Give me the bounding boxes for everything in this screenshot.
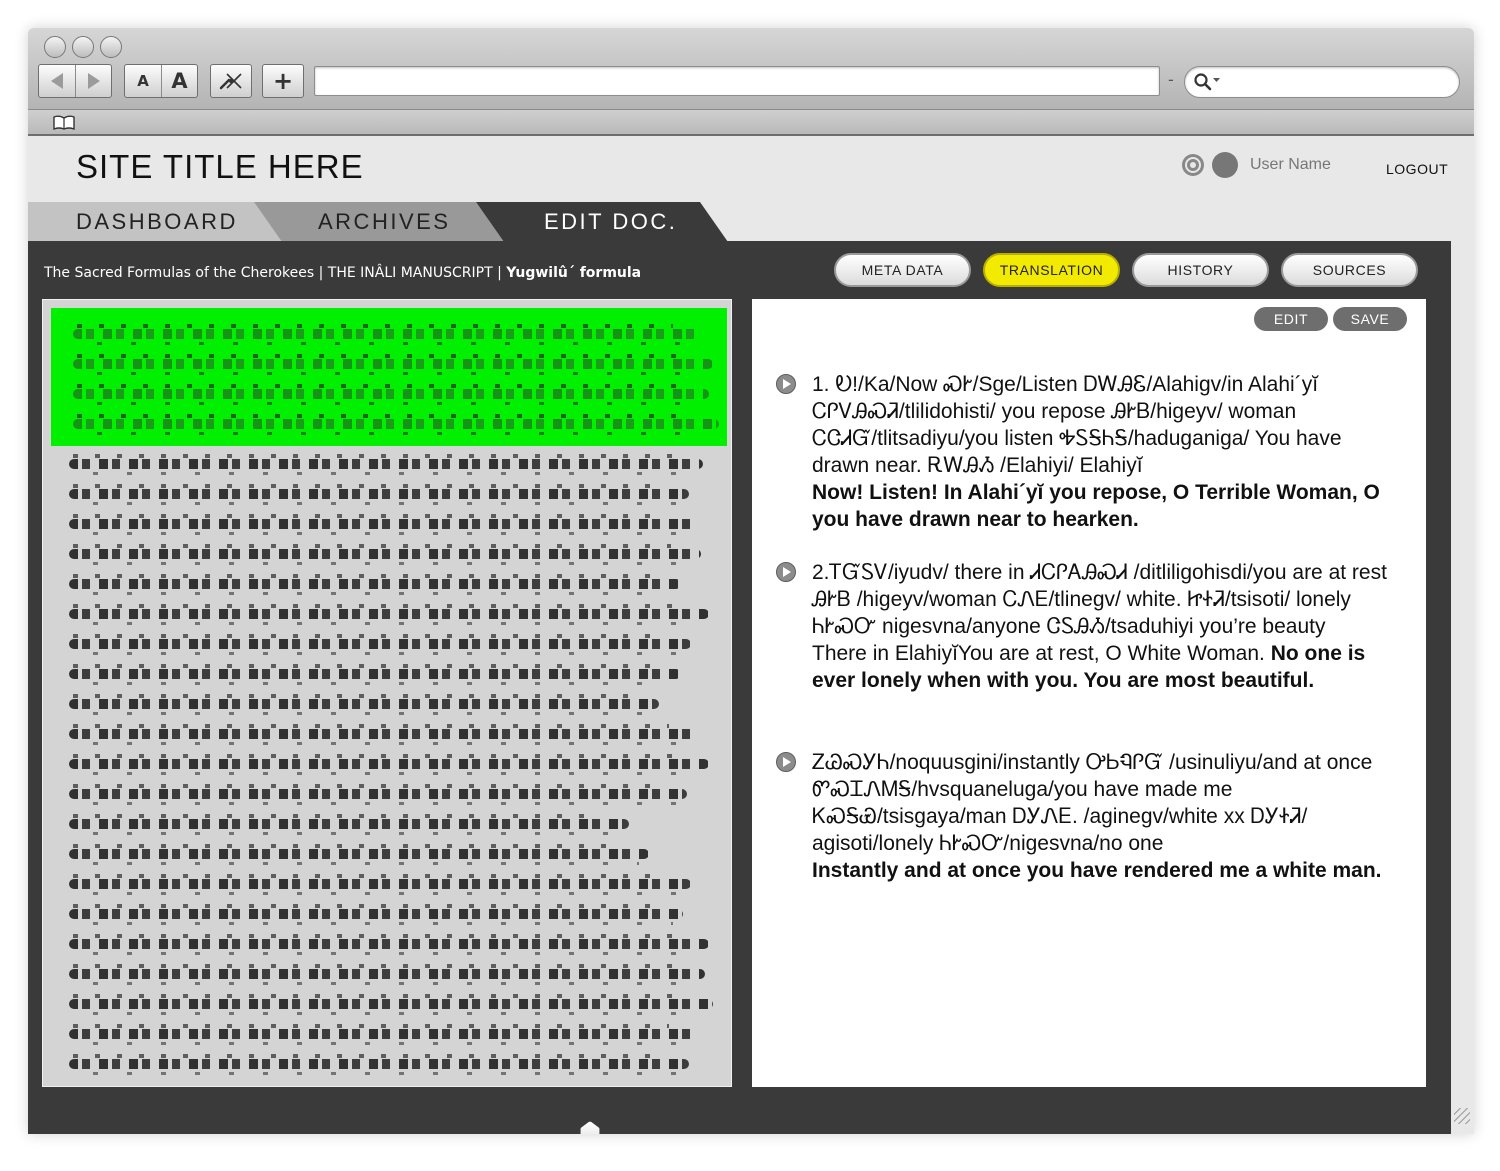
new-tab-group: +: [262, 64, 304, 98]
bookmarks-icon[interactable]: [52, 115, 76, 131]
entry-text[interactable]: 1. Ꭷ!/Ka/Now ᏍᎨ/Sge/Listen ᎠᎳᎯᏋ/Alahigv/…: [812, 371, 1396, 533]
search-icon: [1194, 73, 1220, 91]
tab-dashboard[interactable]: DASHBOARD: [28, 202, 282, 242]
browser-search-input[interactable]: [1184, 66, 1460, 98]
back-button[interactable]: [39, 65, 75, 97]
font-larger-button[interactable]: A: [161, 65, 197, 97]
user-name[interactable]: User Name: [1250, 156, 1331, 174]
resize-grip[interactable]: [1454, 1108, 1470, 1124]
main-nav: DASHBOARD ARCHIVES EDIT DOC.: [28, 202, 1474, 242]
zoom-slider-handle[interactable]: [580, 1121, 600, 1134]
browser-toolbar: A A + -: [28, 28, 1474, 110]
tab-edit-doc[interactable]: EDIT DOC.: [476, 202, 728, 242]
site-title[interactable]: SITE TITLE HERE: [76, 148, 364, 186]
cherokee-transliteration: 1. Ꭷ!/Ka/Now ᏍᎨ/Sge/Listen ᎠᎳᎯᏋ/Alahigv/…: [812, 373, 1342, 477]
window-minimize-button[interactable]: [72, 36, 94, 58]
window-controls: [44, 36, 122, 58]
english-translation-plain: There in ElahiyĭYou are at rest, O White…: [812, 642, 1271, 665]
tab-meta-data[interactable]: META DATA: [834, 253, 971, 287]
english-translation: There in ElahiyĭYou are at rest, O White…: [812, 640, 1396, 694]
window-zoom-button[interactable]: [100, 36, 122, 58]
play-audio-button[interactable]: [776, 562, 796, 582]
play-audio-button[interactable]: [776, 374, 796, 394]
browser-window: A A + - SITE TITLE HERE User Name LOGOUT…: [28, 28, 1474, 1134]
tab-archives[interactable]: ARCHIVES: [254, 202, 504, 242]
new-tab-button[interactable]: +: [263, 65, 303, 97]
tab-sources[interactable]: SOURCES: [1281, 253, 1418, 287]
tab-history[interactable]: HISTORY: [1132, 253, 1269, 287]
avatar[interactable]: [1212, 152, 1238, 178]
play-audio-button[interactable]: [776, 752, 796, 772]
tab-translation[interactable]: TRANSLATION: [983, 253, 1120, 287]
bookmarks-bar: [28, 110, 1474, 136]
logout-link[interactable]: LOGOUT: [1386, 161, 1448, 177]
gear-icon[interactable]: [1180, 152, 1206, 178]
entry-text[interactable]: 2.ᎢᏳᏚᏙ/iyudv/ there in ᏗᏟᎵᎪᎯᏍᏗ /ditlilig…: [812, 559, 1396, 694]
history-nav-group: [38, 64, 112, 98]
tools-button[interactable]: [211, 65, 251, 97]
forward-button[interactable]: [75, 65, 111, 97]
manuscript-highlight[interactable]: [51, 308, 727, 446]
translation-pane: EDIT SAVE 1. Ꭷ!/Ka/Now ᏍᎨ/Sge/Listen ᎠᎳᎯ…: [752, 299, 1426, 1087]
breadcrumb-current: Yugwilû´ formula: [506, 265, 642, 281]
cherokee-transliteration: ᏃᏊᏍᎩᏂ/noquusgini/instantly ᎤᏏᏄᎵᏳ /usinul…: [812, 751, 1373, 855]
address-bar[interactable]: [314, 66, 1160, 96]
tools-icon: [219, 73, 242, 90]
user-area: User Name: [1180, 152, 1331, 178]
breadcrumb-path[interactable]: The Sacred Formulas of the Cherokees | T…: [44, 265, 506, 281]
font-size-group: A A: [124, 64, 198, 98]
back-arrow-icon: [51, 73, 63, 89]
cherokee-transliteration: 2.ᎢᏳᏚᏙ/iyudv/ there in ᏗᏟᎵᎪᎯᏍᏗ /ditlilig…: [812, 561, 1387, 638]
window-close-button[interactable]: [44, 36, 66, 58]
tools-group: [210, 64, 252, 98]
breadcrumb: The Sacred Formulas of the Cherokees | T…: [44, 265, 641, 281]
edit-doc-panel: The Sacred Formulas of the Cherokees | T…: [28, 241, 1451, 1134]
english-translation: Instantly and at once you have rendered …: [812, 859, 1382, 882]
save-button[interactable]: SAVE: [1333, 307, 1407, 331]
doc-tabs: META DATA TRANSLATION HISTORY SOURCES: [834, 253, 1418, 287]
font-smaller-button[interactable]: A: [125, 65, 161, 97]
address-separator: -: [1168, 70, 1174, 89]
edit-button[interactable]: EDIT: [1254, 307, 1328, 331]
forward-arrow-icon: [87, 73, 100, 89]
chevron-down-icon: [1213, 78, 1220, 82]
english-translation: Now! Listen! In Alahi´yĭ you repose, O T…: [812, 481, 1380, 531]
manuscript-image[interactable]: [42, 299, 732, 1087]
entry-text[interactable]: ᏃᏊᏍᎩᏂ/noquusgini/instantly ᎤᏏᏄᎵᏳ /usinul…: [812, 749, 1396, 884]
